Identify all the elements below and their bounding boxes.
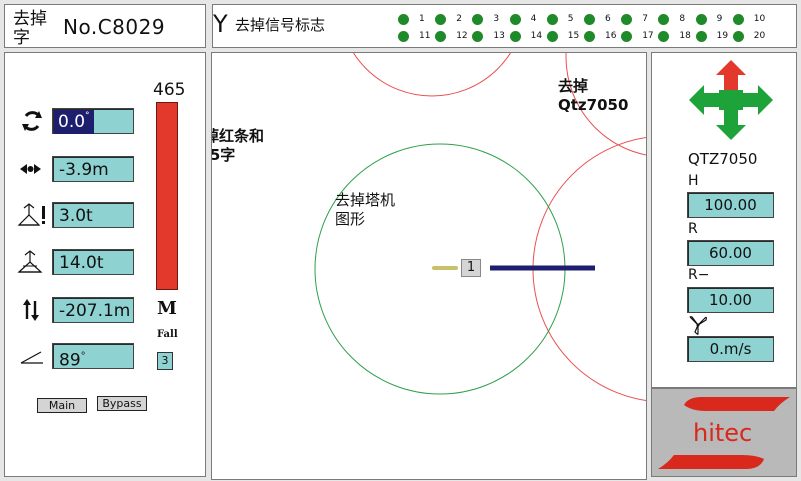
rotate-icon — [22, 111, 42, 131]
rotation-field: 0.0° — [52, 108, 134, 134]
signal-number-19: 19 — [716, 31, 729, 41]
bar-top-value: 465 — [153, 80, 186, 100]
signal-number-3: 3 — [493, 14, 500, 24]
load-field: 14.0t — [52, 249, 134, 275]
signal-label: 去掉信号标志 — [235, 16, 326, 34]
signal-dot-16 — [584, 31, 595, 42]
left-readout-panel: 0.0° -3.9m 3.0t 14.0t -207.1m 89° 465 M … — [4, 52, 206, 477]
signal-dot-13 — [472, 31, 484, 42]
angle-unit: ° — [80, 351, 86, 362]
signal-number-15: 15 — [567, 31, 580, 41]
signal-dot-12 — [435, 31, 447, 42]
id-label: 去掉字 — [13, 9, 47, 48]
r-value: 60.00 — [687, 240, 774, 266]
trolley-radius-icon — [20, 164, 41, 174]
crane-map-panel: 1 去掉红条和465字 去掉塔机图形 去掉Qtz7050 — [211, 52, 647, 480]
load-moment-bar — [156, 102, 178, 290]
wind-speed-value: 0.m/s — [687, 336, 774, 362]
height-field: -207.1m — [52, 297, 134, 323]
signal-dot-10 — [732, 14, 744, 25]
signal-number-9: 9 — [716, 14, 723, 24]
signal-number-13: 13 — [493, 31, 505, 41]
signal-dot-4 — [509, 14, 521, 25]
note-crane-graphic: 去掉塔机 图形 — [335, 191, 396, 228]
signal-number-2: 2 — [456, 14, 462, 24]
signal-number-8: 8 — [679, 14, 686, 24]
signal-panel: Y 去掉信号标志 1 2 3 4 5 6 7 8 9 10 11 12 13 14 15 16 17 18 19 20 — [212, 4, 797, 48]
signal-number-16: 16 — [605, 31, 617, 41]
logo-panel: hitec — [651, 388, 797, 477]
signal-dot-7 — [621, 14, 633, 25]
hook-height-icon — [23, 299, 39, 321]
h-label: H — [688, 173, 699, 189]
crane-id-label: 1 — [461, 259, 481, 277]
wind-speed-icon — [689, 316, 707, 335]
signal-number-5: 5 — [567, 14, 574, 24]
crane-number: No.C8029 — [63, 15, 166, 39]
direction-arrows-icon — [689, 60, 773, 140]
signal-dot-11 — [398, 31, 409, 42]
r-minus-value: 10.00 — [687, 287, 774, 313]
signal-number-18: 18 — [679, 31, 691, 41]
signal-dot-14 — [509, 31, 521, 42]
main-button[interactable]: Main — [37, 398, 87, 413]
right-config-panel: QTZ7050 H 100.00 R 60.00 R− 10.00 0.m/s — [651, 52, 797, 388]
note-qtz: 去掉 Qtz7050 — [558, 77, 629, 114]
fall-label: Fall — [157, 329, 178, 340]
r-minus-label: R− — [688, 267, 710, 283]
fall-value: 3 — [157, 352, 173, 370]
signal-number-20: 20 — [753, 31, 766, 41]
signal-number-10: 10 — [753, 14, 766, 24]
signal-number-14: 14 — [530, 31, 543, 41]
max-load-field: 3.0t — [52, 202, 134, 228]
bypass-button[interactable]: Bypass — [97, 396, 147, 411]
signal-y-mark: Y — [213, 10, 228, 38]
signal-dot-9 — [695, 14, 707, 25]
rotation-value-highlight: 0.0° — [54, 110, 94, 134]
signal-dot-6 — [584, 14, 595, 25]
angle-value: 89 — [59, 350, 81, 371]
signal-dot-3 — [472, 14, 484, 25]
signal-dot-8 — [658, 14, 670, 25]
signal-dot-2 — [435, 14, 447, 25]
signal-number-4: 4 — [530, 14, 537, 24]
signal-dot-18 — [658, 31, 670, 42]
signal-dot-5 — [546, 14, 558, 25]
signal-dot-20 — [732, 31, 744, 42]
signal-number-12: 12 — [456, 31, 468, 41]
signal-number-11: 11 — [419, 31, 431, 41]
signal-dot-17 — [621, 31, 633, 42]
rotation-value: 0.0 — [58, 112, 86, 132]
crane-map-canvas — [314, 53, 646, 401]
crane-model-label: QTZ7050 — [688, 150, 758, 168]
max-load-icon — [17, 203, 45, 226]
note-red-bar: 去掉红条和465字 — [211, 127, 265, 164]
signal-dot-15 — [546, 31, 558, 42]
signal-dot-1 — [398, 14, 409, 25]
signal-dot-19 — [695, 31, 707, 42]
crane-id-panel: 去掉字 No.C8029 — [4, 4, 206, 48]
h-value: 100.00 — [687, 192, 774, 218]
radius-field: -3.9m — [52, 156, 134, 182]
signal-number-7: 7 — [642, 14, 648, 24]
neighbor-crane-range-circle — [352, 53, 512, 97]
load-icon — [17, 250, 43, 273]
angle-icon — [20, 351, 43, 364]
signal-number-1: 1 — [419, 14, 425, 24]
signal-number-6: 6 — [605, 14, 611, 24]
angle-field: 89° — [52, 343, 134, 371]
moment-label: M — [157, 298, 177, 319]
rotation-unit: ° — [85, 111, 90, 121]
hitec-logo-text: hitec — [693, 419, 753, 447]
signal-number-17: 17 — [642, 31, 654, 41]
r-label: R — [688, 221, 698, 237]
